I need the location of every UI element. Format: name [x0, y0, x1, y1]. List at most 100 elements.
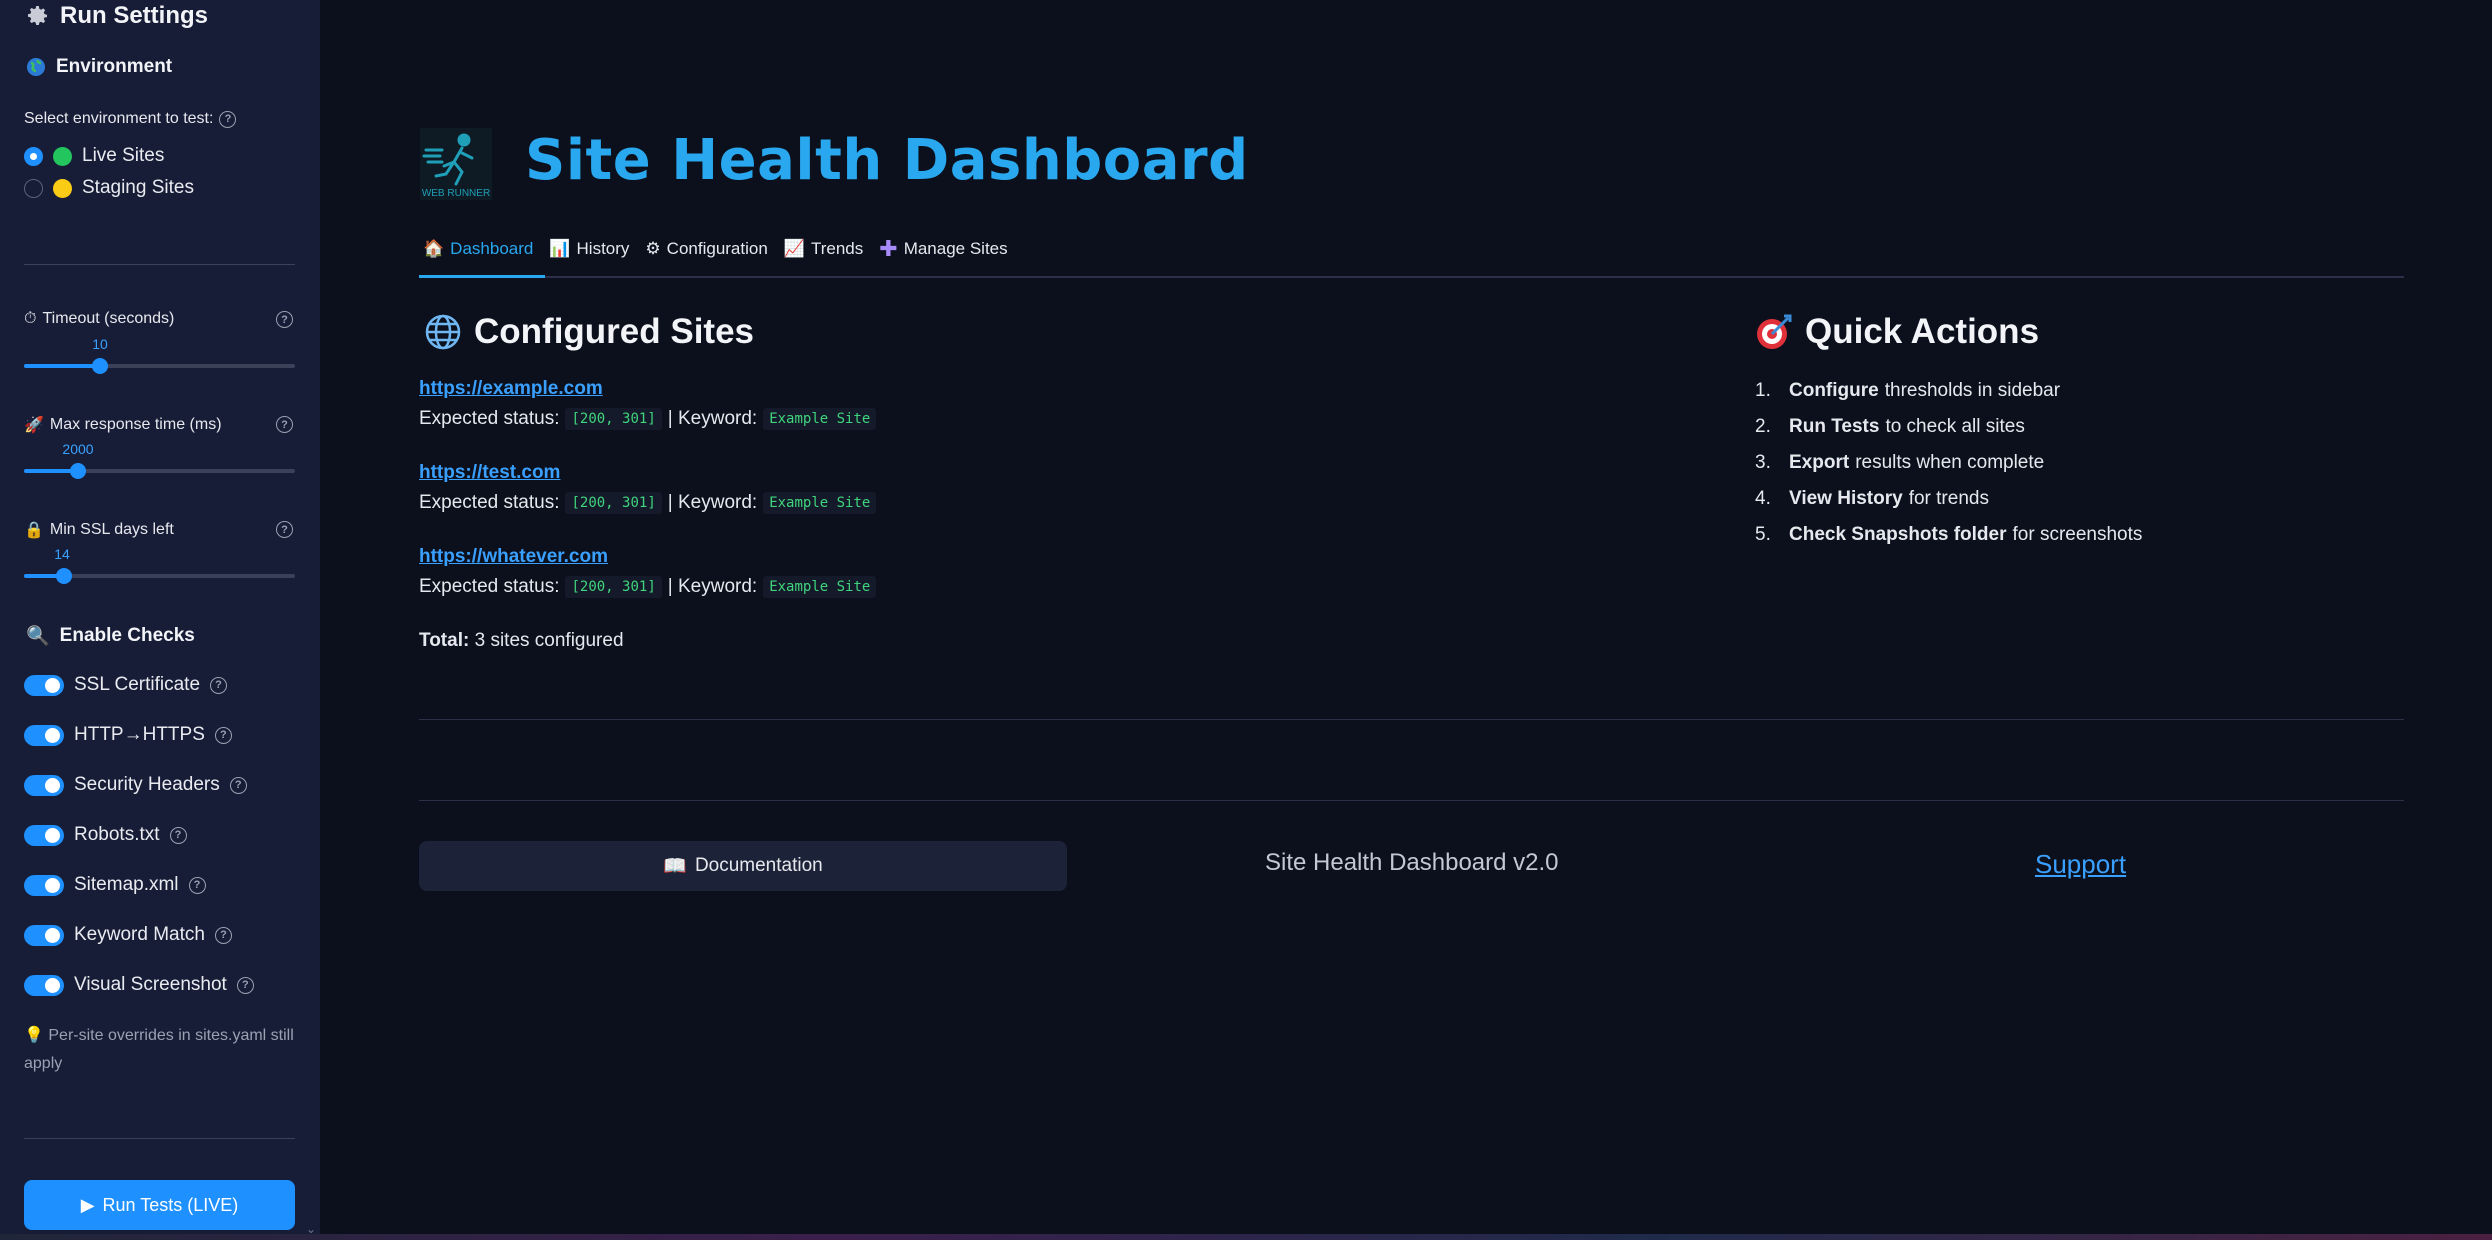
bar-chart-icon: 📊 — [549, 239, 571, 258]
list-item: 2. Run Tests to check all sites — [1755, 416, 2142, 452]
check-sitemap[interactable]: Sitemap.xml ? — [24, 874, 206, 896]
site-meta: Expected status: [200, 301] | Keyword: E… — [419, 576, 877, 598]
list-number: 3. — [1755, 452, 1771, 473]
line-chart-icon: 📈 — [783, 239, 805, 258]
timeout-label: ⏱ Timeout (seconds) — [24, 310, 174, 328]
play-icon: ▶ — [80, 1194, 95, 1215]
timeout-slider[interactable] — [24, 358, 295, 374]
list-item: 1. Configure thresholds in sidebar — [1755, 380, 2142, 416]
quick-actions-heading: Quick Actions — [1755, 312, 2039, 352]
env-option-label: Staging Sites — [82, 177, 194, 198]
help-icon[interactable]: ? — [188, 876, 206, 894]
tab-history[interactable]: 📊 History — [545, 234, 641, 276]
radio-unselected-icon[interactable] — [24, 178, 43, 198]
sidebar-divider — [24, 264, 295, 265]
help-icon[interactable]: ? — [229, 776, 247, 794]
tab-label: Trends — [810, 239, 864, 258]
sidebar-tip-text: Per-site overrides in sites.yaml still a… — [24, 1027, 294, 1072]
toggle-switch[interactable] — [24, 974, 64, 996]
toggle-switch[interactable] — [24, 824, 64, 846]
run-tests-button[interactable]: ▶ Run Tests (LIVE) — [24, 1180, 295, 1230]
sidebar-title: Run Settings — [26, 2, 208, 30]
site-meta: Expected status: [200, 301] | Keyword: E… — [419, 492, 877, 514]
help-icon[interactable]: ? — [214, 726, 232, 744]
check-ssl[interactable]: SSL Certificate ? — [24, 674, 228, 696]
sidebar-title-text: Run Settings — [60, 2, 208, 29]
toggle-switch[interactable] — [24, 874, 64, 896]
action-name: Check Snapshots folder — [1789, 524, 2007, 545]
check-visual-screenshot[interactable]: Visual Screenshot ? — [24, 974, 254, 996]
action-name: View History — [1789, 488, 1903, 509]
check-keyword[interactable]: Keyword Match ? — [24, 924, 232, 946]
action-desc: to check all sites — [1885, 416, 2025, 437]
logo-text: WEB RUNNER — [422, 188, 490, 199]
page-title: Site Health Dashboard — [525, 128, 1249, 193]
site-meta: Expected status: [200, 301] | Keyword: E… — [419, 408, 877, 430]
help-icon[interactable]: ? — [214, 926, 232, 944]
tab-configuration[interactable]: ⚙ Configuration — [641, 234, 779, 276]
keyword-value: Example Site — [763, 492, 877, 514]
help-icon[interactable]: ? — [210, 676, 228, 694]
site-link[interactable]: https://example.com — [419, 378, 603, 399]
timeout-label-text: Timeout (seconds) — [42, 310, 175, 327]
help-icon[interactable]: ? — [236, 976, 254, 994]
action-desc: for screenshots — [2012, 524, 2143, 545]
support-link[interactable]: Support — [2035, 849, 2126, 880]
expected-status-value: [200, 301] — [565, 408, 662, 430]
toggle-switch[interactable] — [24, 774, 64, 796]
check-label: Sitemap.xml — [74, 874, 179, 895]
min-ssl-slider[interactable] — [24, 568, 295, 584]
configured-sites-heading: Configured Sites — [424, 312, 754, 352]
radio-selected-icon[interactable] — [24, 146, 43, 166]
check-robots[interactable]: Robots.txt ? — [24, 824, 187, 846]
tab-manage-sites[interactable]: ✚ Manage Sites — [875, 234, 1019, 276]
check-label: HTTP→HTTPS — [74, 724, 205, 745]
check-label: Keyword Match — [74, 924, 205, 945]
keyword-label: | Keyword: — [667, 408, 758, 429]
min-ssl-label-text: Min SSL days left — [49, 521, 174, 538]
house-icon: 🏠 — [423, 239, 445, 258]
globe-icon — [425, 314, 461, 350]
tab-label: Dashboard — [450, 239, 534, 258]
site-link[interactable]: https://test.com — [419, 462, 560, 483]
max-response-slider[interactable] — [24, 463, 295, 479]
list-item: 3. Export results when complete — [1755, 452, 2142, 488]
tab-bar: 🏠 Dashboard 📊 History ⚙ Configuration 📈 … — [419, 234, 2404, 278]
check-label: Robots.txt — [74, 824, 160, 845]
tab-trends[interactable]: 📈 Trends — [780, 234, 875, 276]
web-runner-logo: WEB RUNNER — [420, 128, 492, 200]
toggle-switch[interactable] — [24, 674, 64, 696]
list-item: 5. Check Snapshots folder for screenshots — [1755, 524, 2142, 560]
documentation-button[interactable]: 📖 Documentation — [419, 841, 1067, 891]
slider-thumb[interactable] — [70, 463, 86, 479]
env-option-staging[interactable]: Staging Sites — [24, 177, 194, 199]
slider-thumb[interactable] — [92, 358, 108, 374]
tab-dashboard[interactable]: 🏠 Dashboard — [419, 234, 546, 278]
expected-status-value: [200, 301] — [565, 576, 662, 598]
help-icon[interactable]: ? — [276, 311, 293, 328]
enable-checks-heading: 🔍 Enable Checks — [26, 624, 195, 648]
section-divider — [419, 719, 2404, 720]
keyword-label: | Keyword: — [667, 576, 758, 597]
env-option-live[interactable]: Live Sites — [24, 145, 164, 167]
stopwatch-icon: ⏱ — [24, 310, 37, 327]
keyword-value: Example Site — [763, 576, 877, 598]
help-icon[interactable]: ? — [276, 521, 293, 538]
toggle-switch[interactable] — [24, 924, 64, 946]
check-security-headers[interactable]: Security Headers ? — [24, 774, 247, 796]
help-icon[interactable]: ? — [276, 416, 293, 433]
globe-icon — [27, 58, 45, 76]
check-http-https[interactable]: HTTP→HTTPS ? — [24, 724, 232, 746]
max-response-label: 🚀 Max response time (ms) — [24, 415, 222, 435]
toggle-switch[interactable] — [24, 724, 64, 746]
help-icon[interactable]: ? — [169, 826, 187, 844]
slider-thumb[interactable] — [56, 568, 72, 584]
keyword-label: | Keyword: — [667, 492, 758, 513]
target-icon — [1757, 314, 1792, 349]
magnifier-icon: 🔍 — [26, 626, 50, 647]
gear-icon — [28, 6, 47, 25]
site-link[interactable]: https://whatever.com — [419, 546, 608, 567]
check-label: Visual Screenshot — [74, 974, 227, 995]
lock-icon: 🔒 — [24, 522, 44, 539]
help-icon[interactable]: ? — [219, 110, 237, 128]
